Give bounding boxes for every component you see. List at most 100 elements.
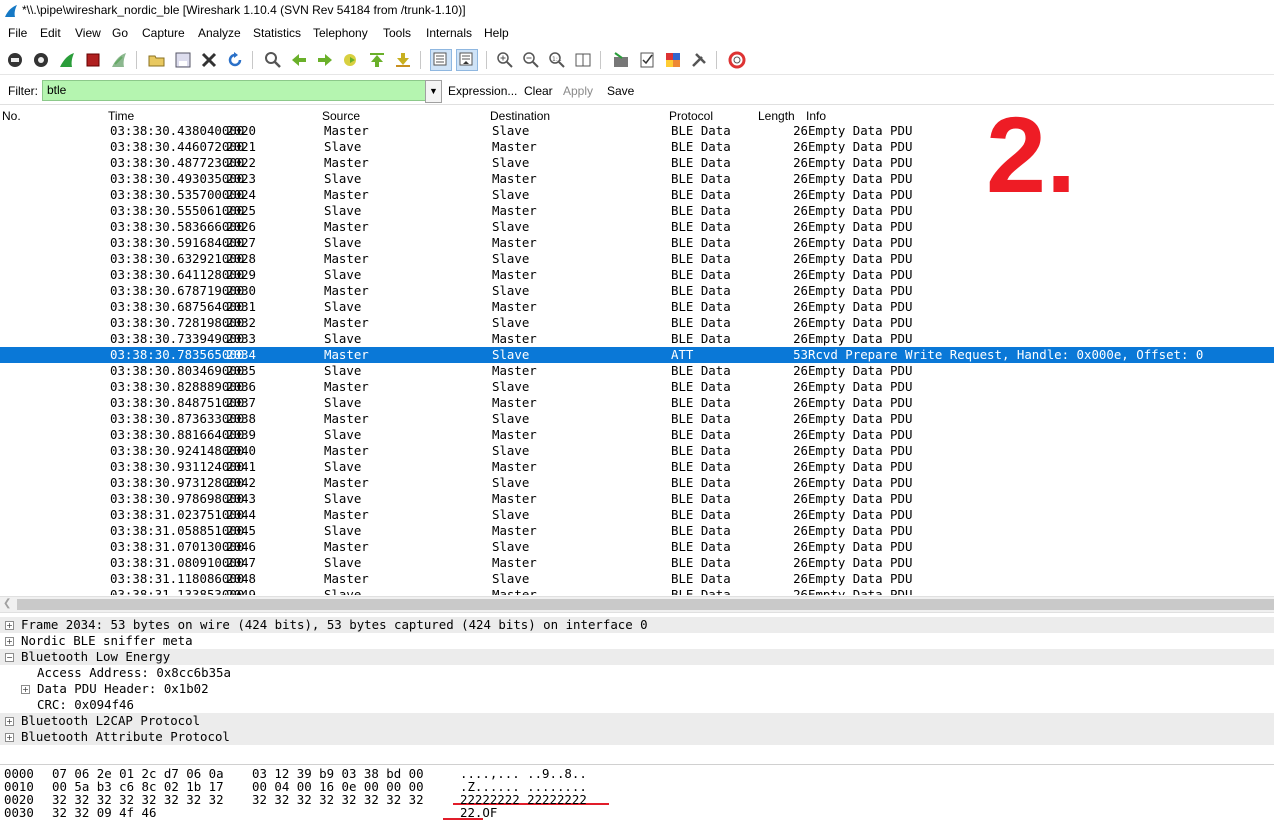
menu-edit[interactable]: Edit bbox=[40, 26, 61, 40]
close-file-icon[interactable] bbox=[200, 51, 218, 69]
colorize-icon[interactable] bbox=[430, 49, 452, 71]
open-file-icon[interactable] bbox=[148, 51, 166, 69]
packet-row[interactable]: 2030 03:38:30.678719000 Master Slave BLE Dat… bbox=[0, 283, 1274, 299]
packet-row[interactable]: 2021 03:38:30.446072000 Slave Master BLE Dat… bbox=[0, 139, 1274, 155]
restart-capture-icon[interactable] bbox=[110, 51, 128, 69]
clear-button[interactable]: Clear bbox=[524, 84, 553, 98]
column-header-destination[interactable]: Destination bbox=[490, 109, 550, 123]
reload-icon[interactable] bbox=[226, 51, 244, 69]
packet-row[interactable]: 2036 03:38:30.828889000 Master Slave BLE Dat… bbox=[0, 379, 1274, 395]
scrollbar-thumb[interactable] bbox=[17, 599, 1274, 610]
autoscroll-icon[interactable] bbox=[456, 49, 478, 71]
packet-row[interactable]: 2039 03:38:30.881664000 Slave Master BLE Dat… bbox=[0, 427, 1274, 443]
packet-row[interactable]: 2023 03:38:30.493035000 Slave Master BLE Dat… bbox=[0, 171, 1274, 187]
expand-icon[interactable]: + bbox=[5, 637, 14, 646]
menu-analyze[interactable]: Analyze bbox=[198, 26, 241, 40]
packet-row[interactable]: 2032 03:38:30.728198000 Master Slave BLE Dat… bbox=[0, 315, 1274, 331]
column-header-protocol[interactable]: Protocol bbox=[669, 109, 713, 123]
display-filter-input[interactable]: btle bbox=[42, 80, 434, 101]
packet-row[interactable]: 2043 03:38:30.978698000 Slave Master BLE Dat… bbox=[0, 491, 1274, 507]
bytes-row[interactable]: 0030 32 32 09 4f 46 22.OF bbox=[4, 806, 1264, 819]
expand-icon[interactable]: + bbox=[5, 733, 14, 742]
packet-row[interactable]: 2038 03:38:30.873633000 Master Slave BLE Dat… bbox=[0, 411, 1274, 427]
menu-file[interactable]: File bbox=[8, 26, 27, 40]
detail-tree-item[interactable]: + Nordic BLE sniffer meta bbox=[0, 633, 1274, 649]
zoom-in-icon[interactable] bbox=[496, 51, 514, 69]
packet-row[interactable]: 2027 03:38:30.591684000 Slave Master BLE Dat… bbox=[0, 235, 1274, 251]
menu-tools[interactable]: Tools bbox=[383, 26, 411, 40]
expand-icon[interactable]: + bbox=[21, 685, 30, 694]
packet-row[interactable]: 2042 03:38:30.973128000 Master Slave BLE Dat… bbox=[0, 475, 1274, 491]
resize-columns-icon[interactable] bbox=[574, 51, 592, 69]
zoom-out-icon[interactable] bbox=[522, 51, 540, 69]
column-header-no[interactable]: No. bbox=[2, 109, 21, 123]
packet-row[interactable]: 2040 03:38:30.924148000 Master Slave BLE Dat… bbox=[0, 443, 1274, 459]
column-header-length[interactable]: Length bbox=[758, 109, 795, 123]
packet-row-selected[interactable]: 2034 03:38:30.783565000 Master Slave ATT 53 Rc… bbox=[0, 347, 1274, 363]
expand-icon[interactable]: + bbox=[5, 717, 14, 726]
display-filters-icon[interactable] bbox=[638, 51, 656, 69]
packet-row[interactable]: 2037 03:38:30.848751000 Slave Master BLE Dat… bbox=[0, 395, 1274, 411]
column-header-info[interactable]: Info bbox=[806, 109, 826, 123]
menu-statistics[interactable]: Statistics bbox=[253, 26, 301, 40]
cell-source: Master bbox=[324, 475, 369, 490]
detail-tree-item[interactable]: + Frame 2034: 53 bytes on wire (424 bits)… bbox=[0, 617, 1274, 633]
chevron-down-icon[interactable]: ▼ bbox=[425, 80, 442, 103]
packet-list-hscrollbar[interactable]: ❮ bbox=[0, 596, 1274, 613]
expand-icon[interactable]: + bbox=[5, 621, 14, 630]
packet-row[interactable]: 2025 03:38:30.555061000 Slave Master BLE Dat… bbox=[0, 203, 1274, 219]
stop-capture-icon[interactable] bbox=[84, 51, 102, 69]
bytes-row[interactable]: 0020 32 32 32 32 32 32 32 32 32 32 32 32 3… bbox=[4, 793, 1264, 806]
detail-tree-item[interactable]: + Bluetooth Attribute Protocol bbox=[0, 729, 1274, 745]
column-header-source[interactable]: Source bbox=[322, 109, 360, 123]
packet-row[interactable]: 2046 03:38:31.070130000 Master Slave BLE Dat… bbox=[0, 539, 1274, 555]
detail-tree-item[interactable]: CRC: 0x094f46 bbox=[0, 697, 1274, 713]
packet-row[interactable]: 2031 03:38:30.687564000 Slave Master BLE Dat… bbox=[0, 299, 1274, 315]
save-button[interactable]: Save bbox=[607, 84, 634, 98]
column-header-time[interactable]: Time bbox=[108, 109, 134, 123]
menu-go[interactable]: Go bbox=[112, 26, 128, 40]
go-to-packet-icon[interactable] bbox=[342, 51, 360, 69]
go-back-icon[interactable] bbox=[290, 51, 308, 69]
collapse-icon[interactable]: − bbox=[5, 653, 14, 662]
interfaces-icon[interactable] bbox=[6, 51, 24, 69]
detail-tree-item[interactable]: + Data PDU Header: 0x1b02 bbox=[0, 681, 1274, 697]
menu-capture[interactable]: Capture bbox=[142, 26, 185, 40]
apply-button[interactable]: Apply bbox=[563, 84, 593, 98]
detail-tree-item[interactable]: Access Address: 0x8cc6b35a bbox=[0, 665, 1274, 681]
packet-row[interactable]: 2026 03:38:30.583666000 Master Slave BLE Dat… bbox=[0, 219, 1274, 235]
detail-tree-item[interactable]: + Bluetooth L2CAP Protocol bbox=[0, 713, 1274, 729]
menu-internals[interactable]: Internals bbox=[426, 26, 472, 40]
preferences-icon[interactable] bbox=[690, 51, 708, 69]
packet-row[interactable]: 2024 03:38:30.535700000 Master Slave BLE Dat… bbox=[0, 187, 1274, 203]
go-last-icon[interactable] bbox=[394, 51, 412, 69]
packet-row[interactable]: 2028 03:38:30.632921000 Master Slave BLE Dat… bbox=[0, 251, 1274, 267]
find-packet-icon[interactable] bbox=[264, 51, 282, 69]
packet-row[interactable]: 2033 03:38:30.733949000 Slave Master BLE Dat… bbox=[0, 331, 1274, 347]
chevron-left-icon[interactable]: ❮ bbox=[3, 598, 11, 609]
menu-help[interactable]: Help bbox=[484, 26, 509, 40]
packet-row[interactable]: 2022 03:38:30.487723000 Master Slave BLE Dat… bbox=[0, 155, 1274, 171]
save-file-icon[interactable] bbox=[174, 51, 192, 69]
go-forward-icon[interactable] bbox=[316, 51, 334, 69]
packet-row[interactable]: 2035 03:38:30.803469000 Slave Master BLE Dat… bbox=[0, 363, 1274, 379]
menu-view[interactable]: View bbox=[75, 26, 101, 40]
packet-row[interactable]: 2020 03:38:30.438040000 Master Slave BLE Dat… bbox=[0, 123, 1274, 139]
capture-filters-icon[interactable] bbox=[612, 51, 630, 69]
go-first-icon[interactable] bbox=[368, 51, 386, 69]
coloring-rules-icon[interactable] bbox=[664, 51, 682, 69]
help-icon[interactable] bbox=[728, 51, 746, 69]
options-icon[interactable] bbox=[32, 51, 50, 69]
start-capture-icon[interactable] bbox=[58, 51, 76, 69]
normal-size-icon[interactable]: 1:1 bbox=[548, 51, 566, 69]
packet-row[interactable]: 2048 03:38:31.118086000 Master Slave BLE Dat… bbox=[0, 571, 1274, 587]
packet-row[interactable]: 2047 03:38:31.080910000 Slave Master BLE Dat… bbox=[0, 555, 1274, 571]
packet-row[interactable]: 2049 03:38:31.133853000 Slave Master BLE Dat… bbox=[0, 587, 1274, 595]
packet-row[interactable]: 2044 03:38:31.023751000 Master Slave BLE Dat… bbox=[0, 507, 1274, 523]
packet-row[interactable]: 2045 03:38:31.058851000 Slave Master BLE Dat… bbox=[0, 523, 1274, 539]
expression-button[interactable]: Expression... bbox=[448, 84, 517, 98]
packet-row[interactable]: 2029 03:38:30.641128000 Slave Master BLE Dat… bbox=[0, 267, 1274, 283]
menu-telephony[interactable]: Telephony bbox=[313, 26, 368, 40]
packet-row[interactable]: 2041 03:38:30.931124000 Slave Master BLE Dat… bbox=[0, 459, 1274, 475]
detail-tree-item[interactable]: − Bluetooth Low Energy bbox=[0, 649, 1274, 665]
